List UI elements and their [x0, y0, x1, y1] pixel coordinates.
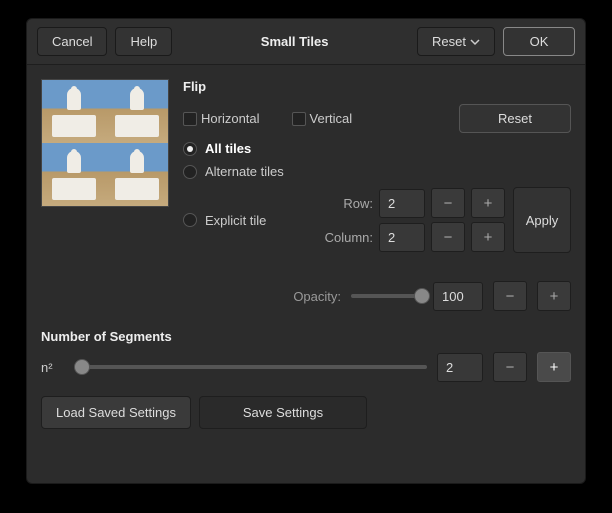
- cancel-button[interactable]: Cancel: [37, 27, 107, 56]
- column-minus-button[interactable]: −: [431, 222, 465, 252]
- alternate-tiles-radio[interactable]: [183, 165, 197, 179]
- explicit-tile-radio[interactable]: [183, 213, 197, 227]
- reset-menu-label: Reset: [432, 34, 466, 49]
- segments-plus-button[interactable]: +: [537, 352, 571, 382]
- row-plus-button[interactable]: +: [471, 188, 505, 218]
- all-tiles-label: All tiles: [205, 141, 251, 156]
- flip-heading: Flip: [183, 79, 571, 94]
- row-input[interactable]: [379, 189, 425, 218]
- row-minus-button[interactable]: −: [431, 188, 465, 218]
- explicit-tile-radio-row[interactable]: Explicit tile: [183, 213, 266, 228]
- flip-panel: Flip Horizontal Vertical Reset: [183, 79, 571, 311]
- all-tiles-radio[interactable]: [183, 142, 197, 156]
- flip-reset-button[interactable]: Reset: [459, 104, 571, 133]
- vertical-checkbox-row[interactable]: Vertical: [292, 111, 353, 126]
- alternate-tiles-label: Alternate tiles: [205, 164, 284, 179]
- titlebar: Cancel Help Small Tiles Reset OK: [27, 19, 585, 65]
- segments-slider[interactable]: [75, 365, 427, 369]
- dialog: Cancel Help Small Tiles Reset OK Flip Ho…: [26, 18, 586, 484]
- vertical-label: Vertical: [310, 111, 353, 126]
- segments-input[interactable]: [437, 353, 483, 382]
- row-label: Row:: [325, 196, 373, 211]
- horizontal-checkbox-row[interactable]: Horizontal: [183, 111, 260, 126]
- vertical-checkbox[interactable]: [292, 112, 306, 126]
- opacity-label: Opacity:: [183, 289, 341, 304]
- opacity-slider-thumb[interactable]: [414, 288, 430, 304]
- save-settings-button[interactable]: Save Settings: [199, 396, 367, 429]
- alternate-tiles-radio-row[interactable]: Alternate tiles: [183, 164, 571, 179]
- opacity-plus-button[interactable]: +: [537, 281, 571, 311]
- column-input[interactable]: [379, 223, 425, 252]
- horizontal-checkbox[interactable]: [183, 112, 197, 126]
- ok-button[interactable]: OK: [503, 27, 575, 56]
- row-column-grid: Row: − + Column: − +: [325, 188, 505, 252]
- explicit-tile-label: Explicit tile: [205, 213, 266, 228]
- all-tiles-radio-row[interactable]: All tiles: [183, 141, 571, 156]
- dialog-title: Small Tiles: [180, 34, 409, 49]
- horizontal-label: Horizontal: [201, 111, 260, 126]
- content-area: Flip Horizontal Vertical Reset: [27, 65, 585, 439]
- segments-minus-button[interactable]: −: [493, 352, 527, 382]
- apply-button[interactable]: Apply: [513, 187, 571, 253]
- opacity-minus-button[interactable]: −: [493, 281, 527, 311]
- opacity-input[interactable]: [433, 282, 483, 311]
- chevron-down-icon: [470, 37, 480, 47]
- segments-n2-label: n²: [41, 360, 65, 375]
- segments-heading: Number of Segments: [41, 329, 571, 344]
- load-settings-button[interactable]: Load Saved Settings: [41, 396, 191, 429]
- segments-slider-thumb[interactable]: [74, 359, 90, 375]
- column-plus-button[interactable]: +: [471, 222, 505, 252]
- opacity-slider[interactable]: [351, 294, 423, 298]
- reset-menu-button[interactable]: Reset: [417, 27, 495, 56]
- preview-thumbnail: [41, 79, 169, 207]
- help-button[interactable]: Help: [115, 27, 172, 56]
- column-label: Column:: [325, 230, 373, 245]
